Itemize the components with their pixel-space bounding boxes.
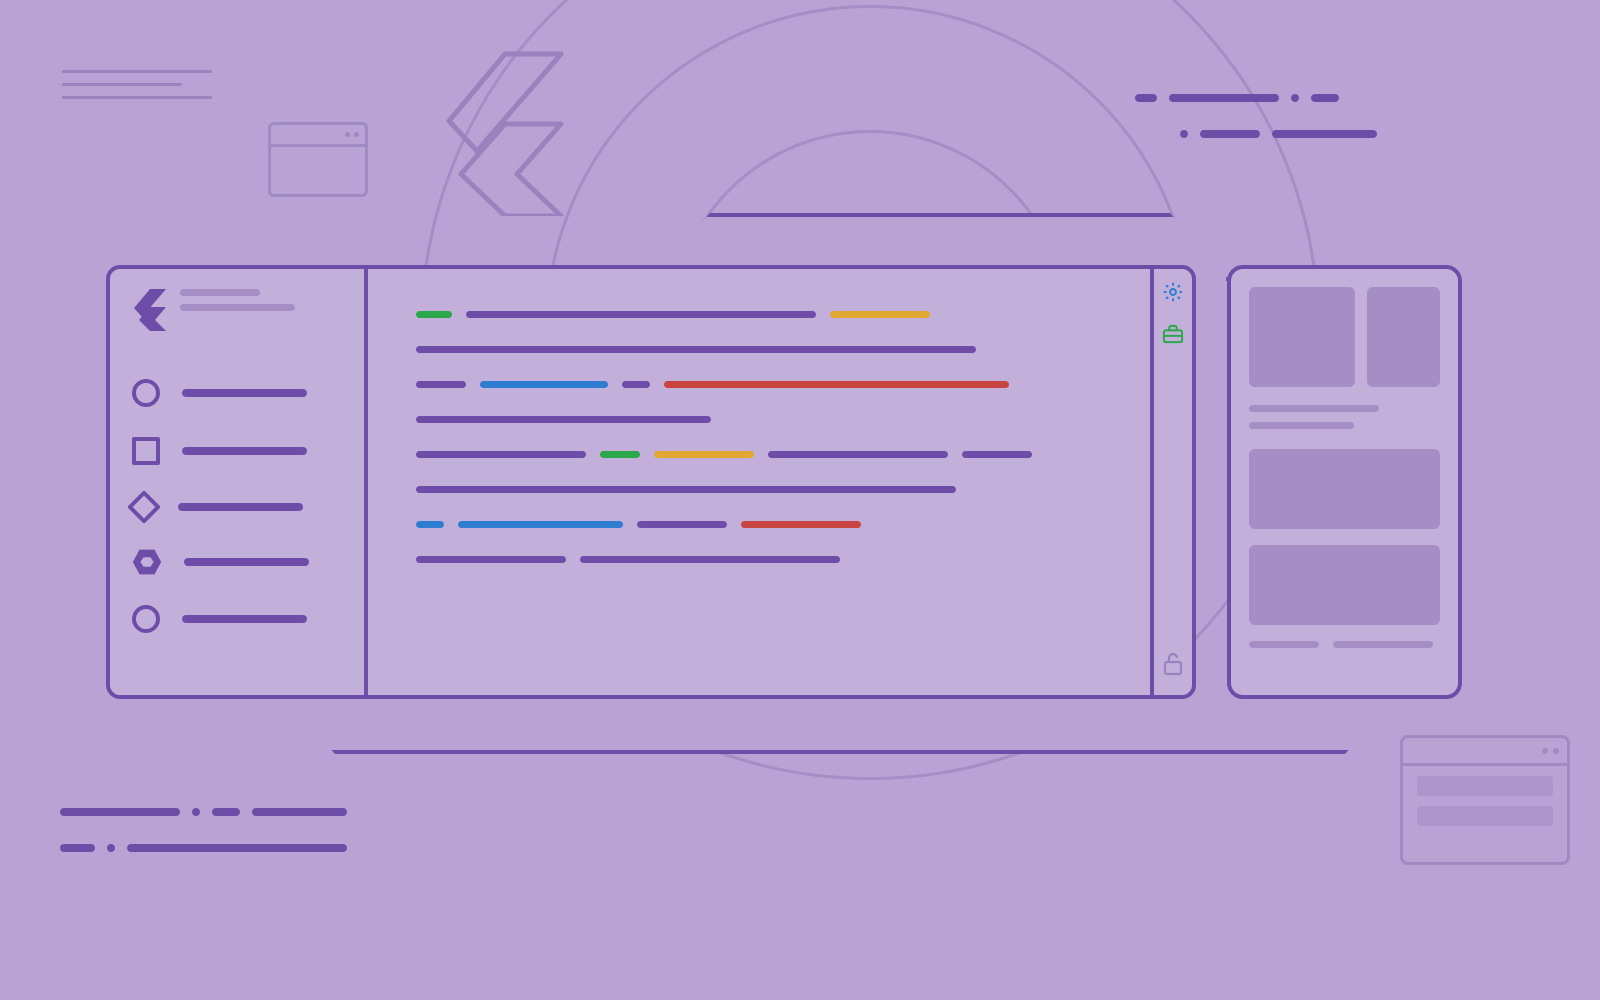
file-sidebar xyxy=(110,269,368,695)
sidebar-item-circle[interactable] xyxy=(132,379,342,407)
sidebar-item-diamond[interactable] xyxy=(132,495,342,519)
sidebar-item-square[interactable] xyxy=(132,437,342,465)
preview-text-line xyxy=(1249,422,1354,429)
code-line xyxy=(416,381,1110,388)
code-line xyxy=(416,451,1110,458)
flutter-icon xyxy=(132,289,166,331)
preview-text-line xyxy=(1249,405,1379,412)
icon-rail xyxy=(1150,269,1192,695)
settings-gear-icon[interactable] xyxy=(1162,281,1184,308)
sidebar-title-placeholder xyxy=(180,289,295,311)
lock-open-icon[interactable] xyxy=(1163,652,1183,681)
sidebar-items xyxy=(132,379,342,633)
code-editor[interactable] xyxy=(368,269,1150,695)
connector-bottom xyxy=(280,694,1400,754)
preview-text-line xyxy=(1333,641,1433,648)
code-line xyxy=(416,346,1110,353)
code-line xyxy=(416,311,1110,318)
sidebar-item-ring[interactable] xyxy=(132,605,342,633)
sidebar-item-hexagon[interactable] xyxy=(132,549,342,575)
preview-card xyxy=(1249,545,1440,625)
preview-tile-small xyxy=(1367,287,1440,387)
preview-tile-large xyxy=(1249,287,1355,387)
code-line xyxy=(416,521,1110,528)
code-line xyxy=(416,556,1110,563)
code-line xyxy=(416,486,1110,493)
ide-window xyxy=(106,265,1196,699)
decoration-lines-top-left xyxy=(62,70,212,109)
mini-window-top-left xyxy=(268,122,368,197)
decoration-dashes-top-right xyxy=(1135,94,1377,166)
preview-text-line xyxy=(1249,641,1319,648)
flutter-logo-icon xyxy=(435,46,565,221)
toolbox-icon[interactable] xyxy=(1162,324,1184,349)
preview-card xyxy=(1249,449,1440,529)
mini-window-bottom-right xyxy=(1400,735,1570,865)
code-line xyxy=(416,416,1110,423)
device-preview xyxy=(1227,265,1462,699)
decoration-dashes-bottom-left xyxy=(60,808,347,880)
